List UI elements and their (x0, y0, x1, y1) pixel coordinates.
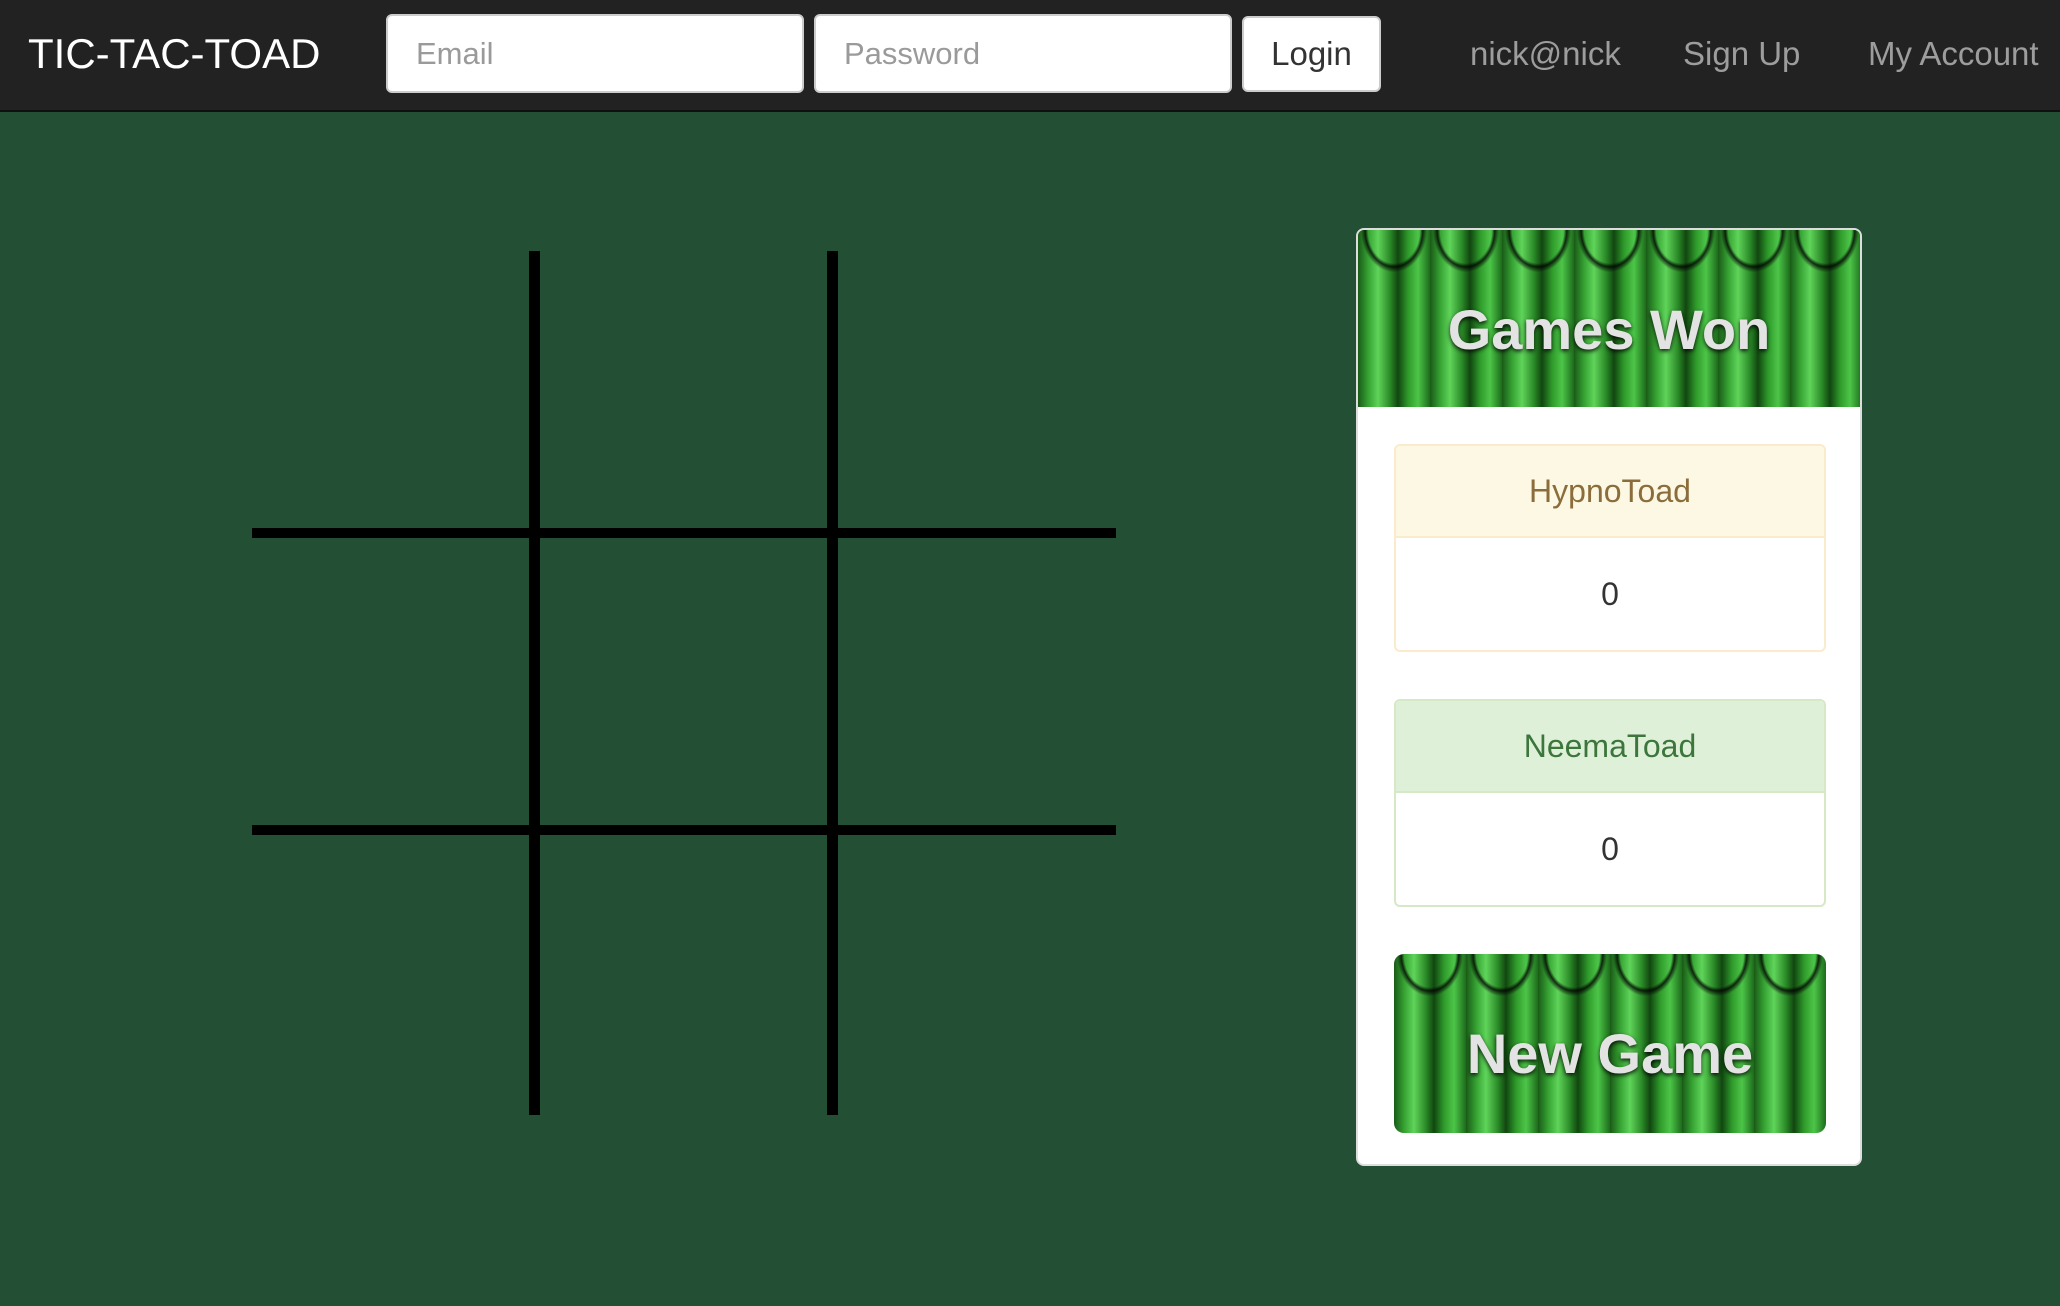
board-cell-6[interactable] (252, 837, 536, 1121)
grid-line-vertical-1 (529, 251, 540, 1115)
board-cell-8[interactable] (839, 837, 1123, 1121)
grid-line-vertical-2 (827, 251, 838, 1115)
score-panel: Games Won HypnoToad 0 NeemaToad 0 New Ga… (1356, 228, 1862, 1166)
board-cell-5[interactable] (839, 540, 1123, 824)
navbar: TIC-TAC-TOAD Login nick@nick Sign Up My … (0, 0, 2060, 112)
board-cell-7[interactable] (541, 837, 825, 1121)
board-cell-0[interactable] (252, 251, 536, 535)
player-wins-2: 0 (1601, 830, 1619, 867)
game-board (252, 251, 1116, 1115)
player-name-1: HypnoToad (1396, 446, 1824, 538)
player-name-2: NeemaToad (1396, 701, 1824, 793)
email-input[interactable] (386, 14, 804, 93)
player-wins-1: 0 (1601, 575, 1619, 612)
password-input[interactable] (814, 14, 1232, 93)
board-cell-1[interactable] (541, 251, 825, 535)
nav-account-link[interactable]: My Account (1868, 34, 2039, 74)
board-cell-4[interactable] (541, 540, 825, 824)
login-button[interactable]: Login (1242, 16, 1381, 92)
new-game-button[interactable]: New Game (1394, 954, 1826, 1133)
nav-signup-link[interactable]: Sign Up (1683, 34, 1800, 74)
board-cell-2[interactable] (839, 251, 1123, 535)
player-card-2: NeemaToad 0 (1394, 699, 1826, 907)
nav-user-link[interactable]: nick@nick (1470, 34, 1621, 74)
player-card-1: HypnoToad 0 (1394, 444, 1826, 652)
games-won-heading: Games Won (1358, 230, 1860, 407)
brand-title[interactable]: TIC-TAC-TOAD (28, 30, 320, 78)
board-cell-3[interactable] (252, 540, 536, 824)
grid-line-horizontal-1 (252, 528, 1116, 538)
grid-line-horizontal-2 (252, 825, 1116, 835)
games-won-title: Games Won (1447, 298, 1771, 361)
new-game-label: New Game (1466, 1022, 1754, 1085)
